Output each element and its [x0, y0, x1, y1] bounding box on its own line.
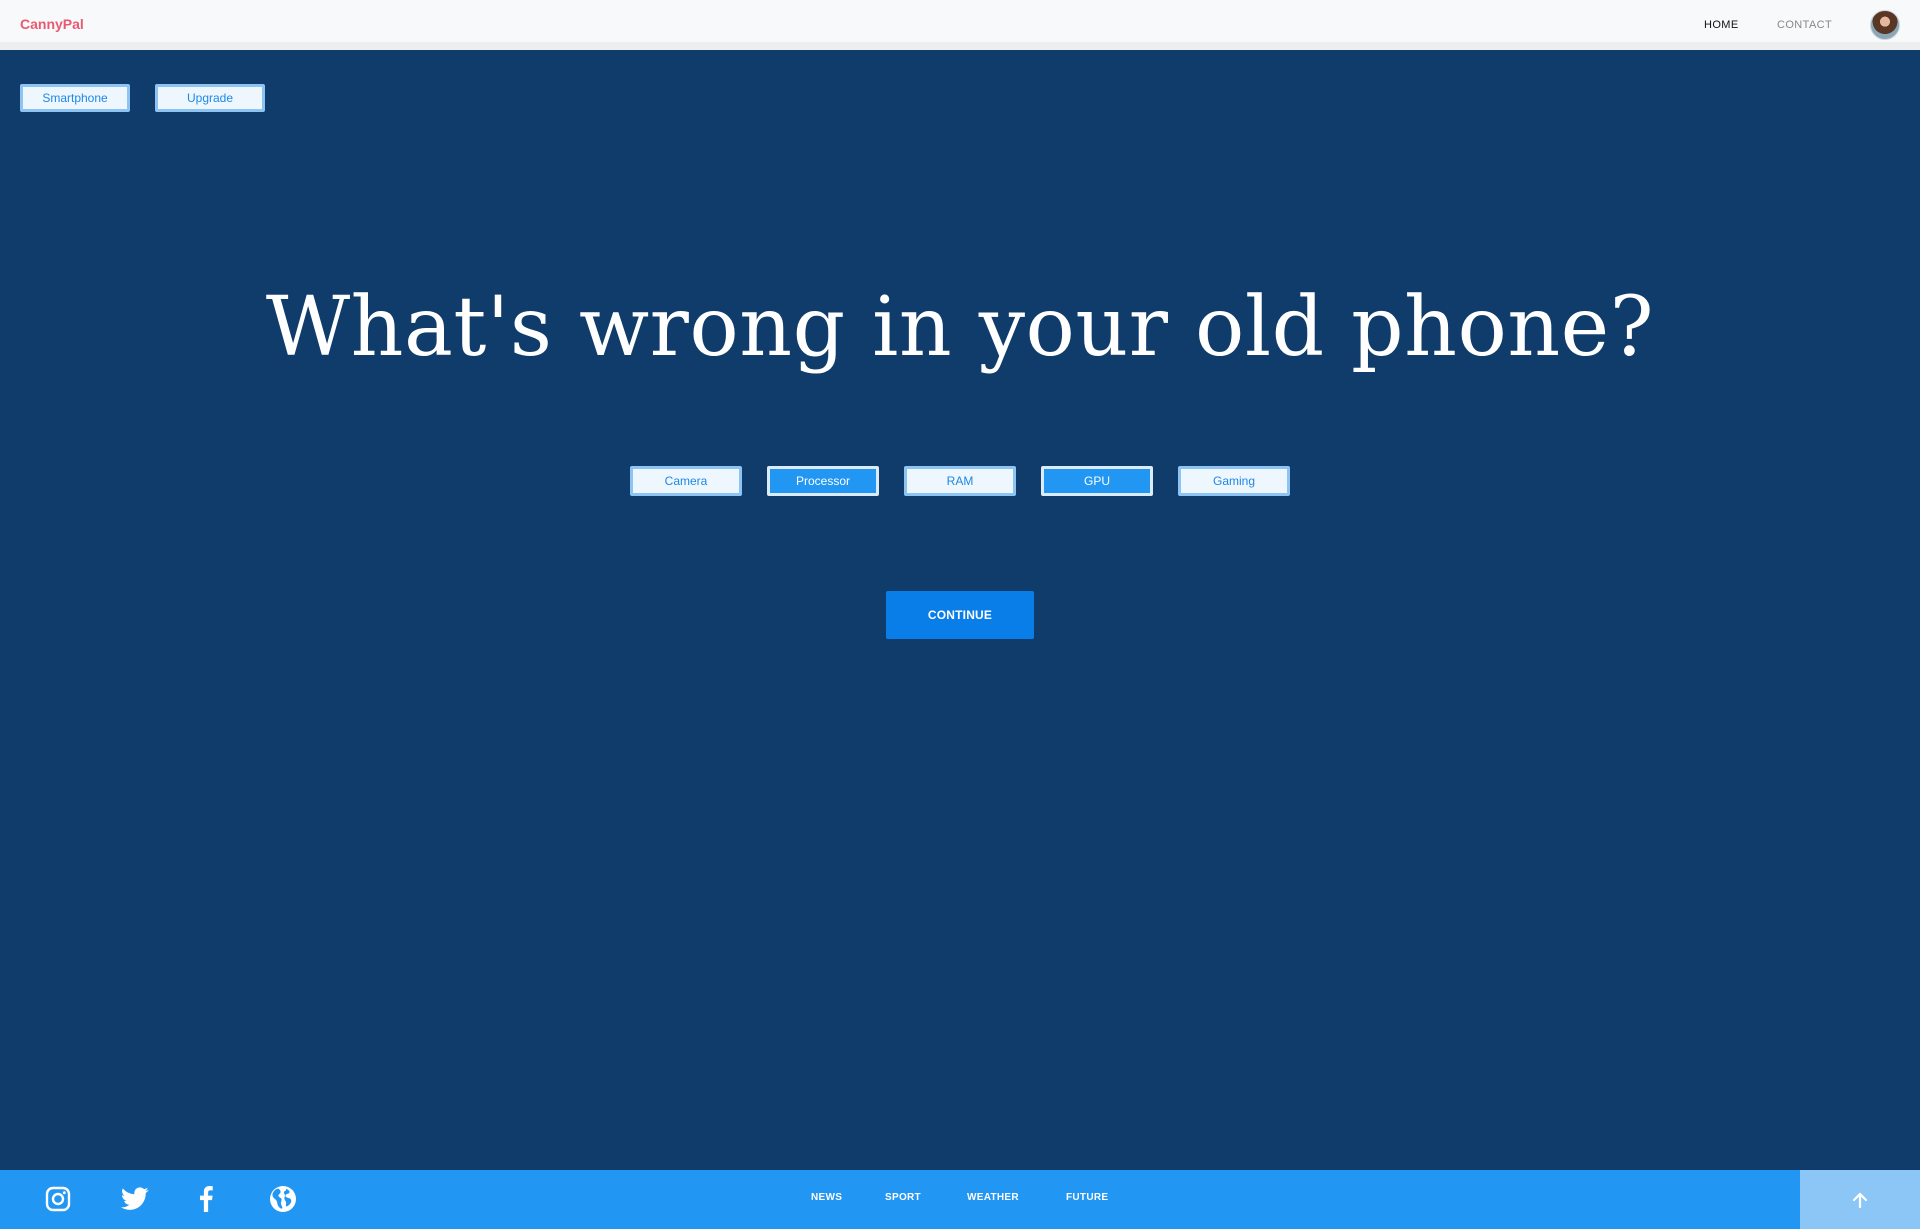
user-avatar[interactable]: [1870, 10, 1900, 40]
top-navbar: CannyPal HOME CONTACT: [0, 0, 1920, 50]
nav-contact-link[interactable]: CONTACT: [1777, 19, 1832, 31]
facebook-icon[interactable]: [191, 1184, 221, 1214]
brand-logo[interactable]: CannyPal: [20, 16, 84, 32]
footer-link-future[interactable]: FUTURE: [1066, 1192, 1108, 1203]
tag-upgrade-button[interactable]: Upgrade: [155, 84, 265, 112]
globe-icon[interactable]: [268, 1184, 298, 1214]
scroll-to-top-button[interactable]: [1800, 1170, 1920, 1229]
twitter-icon[interactable]: [120, 1184, 150, 1214]
footer-link-sport[interactable]: SPORT: [885, 1192, 921, 1203]
option-camera-button[interactable]: Camera: [630, 466, 742, 496]
footer-link-news[interactable]: NEWS: [811, 1192, 842, 1203]
option-processor-button[interactable]: Processor: [767, 466, 879, 496]
continue-button[interactable]: CONTINUE: [886, 591, 1034, 639]
footer-link-weather[interactable]: WEATHER: [967, 1192, 1019, 1203]
option-gaming-button[interactable]: Gaming: [1178, 466, 1290, 496]
arrow-up-icon: [1852, 1192, 1868, 1208]
option-ram-button[interactable]: RAM: [904, 466, 1016, 496]
nav-home-link[interactable]: HOME: [1704, 19, 1739, 31]
option-gpu-button[interactable]: GPU: [1041, 466, 1153, 496]
page-headline: What's wrong in your old phone?: [265, 280, 1655, 375]
tag-smartphone-button[interactable]: Smartphone: [20, 84, 130, 112]
instagram-icon[interactable]: [43, 1184, 73, 1214]
footer: NEWS SPORT WEATHER FUTURE: [0, 1170, 1920, 1229]
